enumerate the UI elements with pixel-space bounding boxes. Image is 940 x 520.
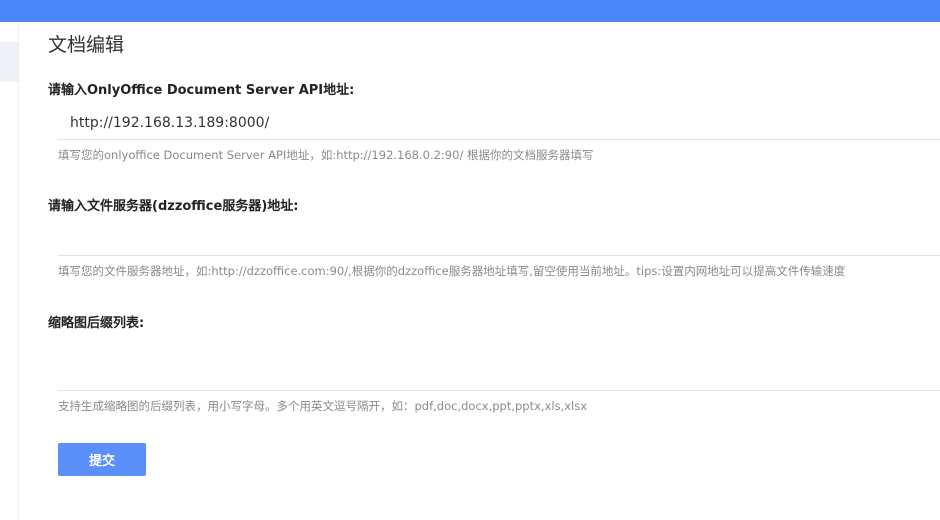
sidebar-active-item[interactable]	[0, 42, 18, 82]
file-server-hint: 填写您的文件服务器地址，如:http://dzzoffice.com:90/,根…	[58, 264, 846, 278]
sidebar	[0, 22, 19, 520]
thumbnail-ext-input[interactable]	[58, 357, 940, 391]
file-server-input[interactable]	[58, 222, 940, 256]
api-address-input[interactable]	[58, 106, 940, 140]
file-server-label: 请输入文件服务器(dzzoffice服务器)地址:	[48, 199, 299, 214]
top-nav-bar	[0, 0, 940, 22]
thumbnail-ext-label: 缩略图后缀列表:	[48, 316, 145, 331]
api-address-label: 请输入OnlyOffice Document Server API地址:	[48, 83, 355, 98]
api-address-hint: 填写您的onlyoffice Document Server API地址，如:h…	[58, 148, 594, 162]
page-title: 文档编辑	[48, 34, 125, 56]
thumbnail-ext-hint: 支持生成缩略图的后缀列表，用小写字母。多个用英文逗号隔开，如：pdf,doc,d…	[58, 399, 588, 413]
submit-button[interactable]: 提交	[58, 443, 146, 476]
